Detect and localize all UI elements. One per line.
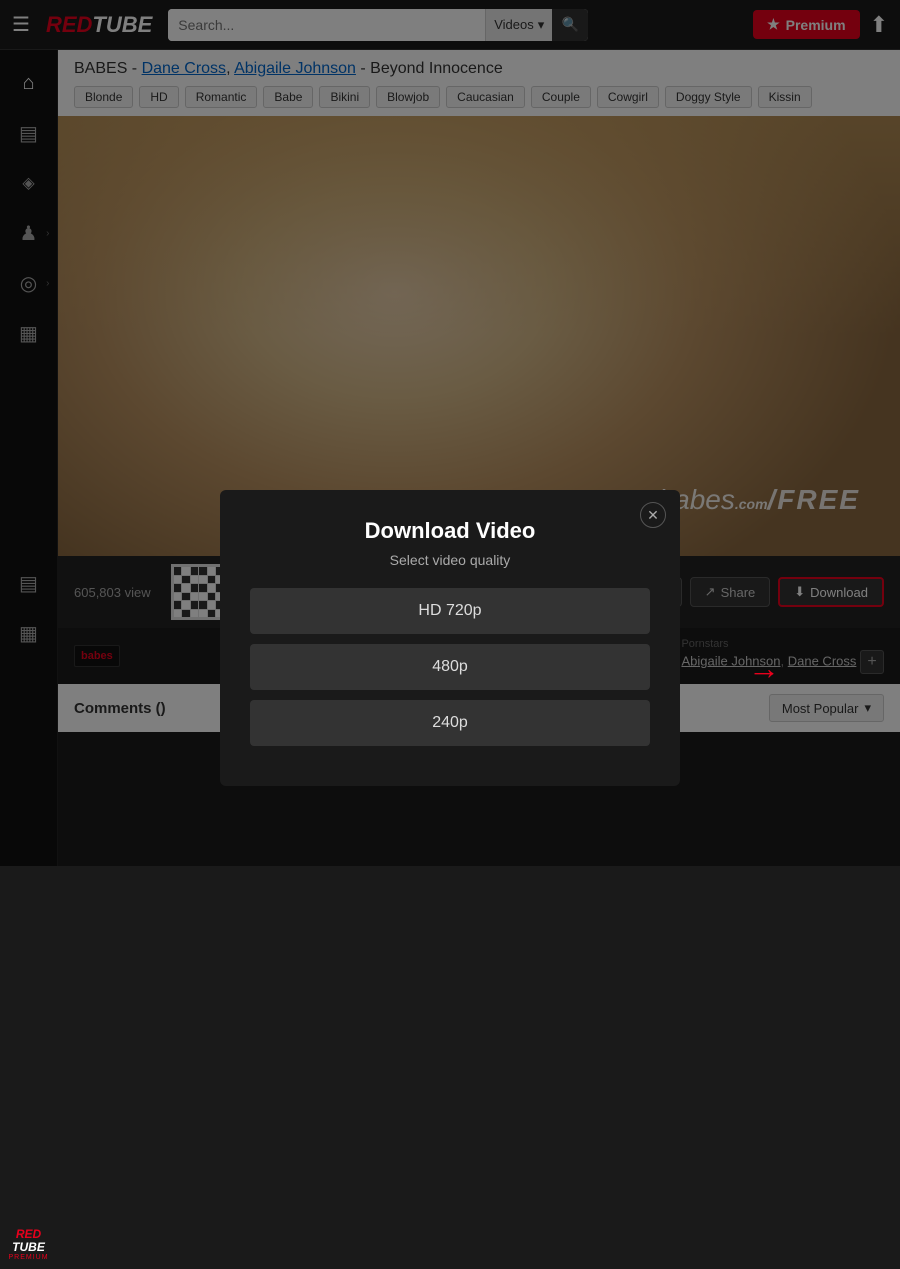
sidebar-redtube-logo: RED TUBE PREMIUM — [0, 1220, 58, 1269]
download-modal: ✕ Download Video Select video quality HD… — [220, 490, 680, 786]
quality-480-button[interactable]: 480p — [250, 644, 650, 690]
modal-close-button[interactable]: ✕ — [640, 502, 666, 528]
close-icon: ✕ — [647, 507, 659, 524]
modal-title: Download Video — [250, 518, 650, 544]
sidebar-logo-red: RED — [16, 1228, 41, 1241]
modal-subtitle: Select video quality — [250, 552, 650, 568]
sidebar-logo-tube: TUBE — [12, 1241, 45, 1254]
quality-240-button[interactable]: 240p — [250, 700, 650, 746]
red-arrow: ← — [748, 650, 780, 687]
modal-overlay: ✕ Download Video Select video quality HD… — [0, 0, 900, 866]
sidebar-logo-premium: PREMIUM — [8, 1254, 48, 1261]
quality-hd720-button[interactable]: HD 720p — [250, 588, 650, 634]
